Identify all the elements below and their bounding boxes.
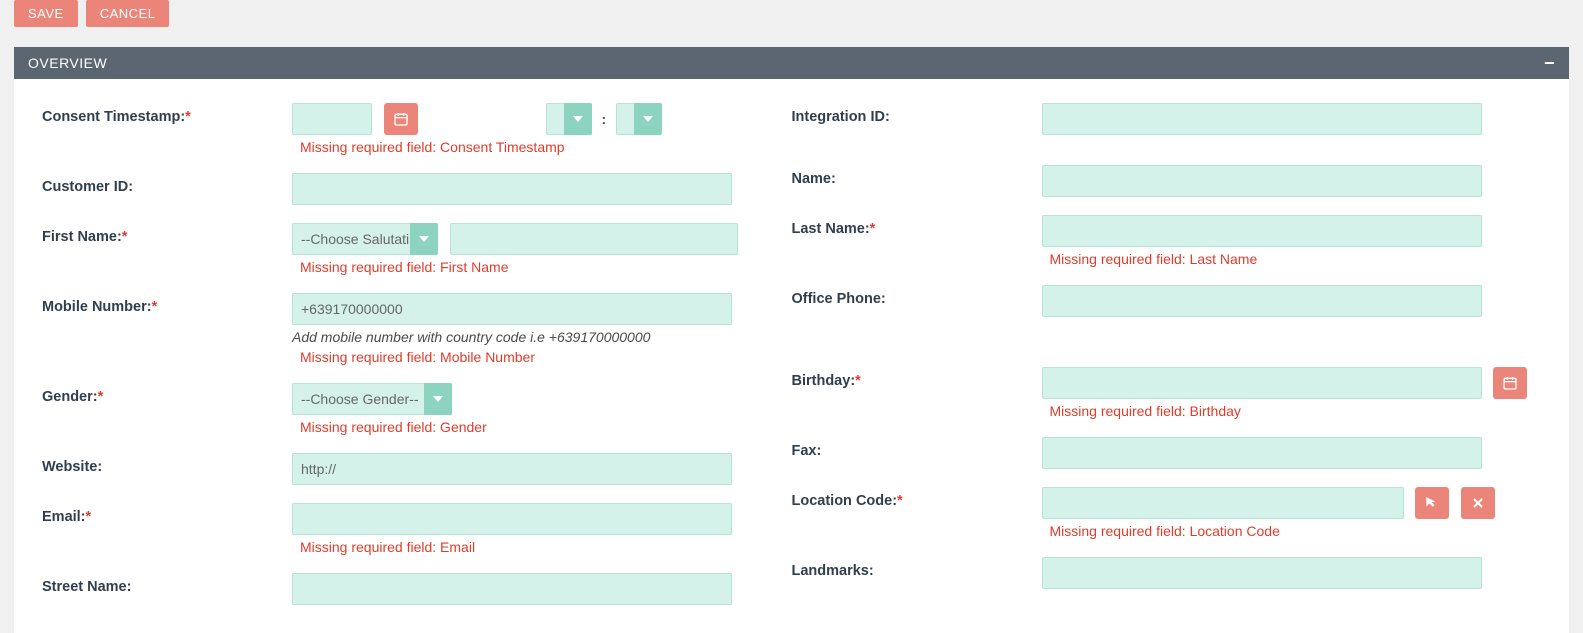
name-label: Name:: [792, 165, 1042, 187]
street-name-input[interactable]: [292, 573, 732, 605]
office-phone-label: Office Phone:: [792, 285, 1042, 307]
first-name-input[interactable]: [450, 223, 738, 255]
consent-timestamp-date-input[interactable]: [292, 103, 372, 135]
fax-label: Fax:: [792, 437, 1042, 459]
chevron-down-icon[interactable]: [410, 223, 438, 255]
time-separator: :: [595, 111, 612, 127]
first-name-error: Missing required field: First Name: [292, 259, 792, 275]
integration-id-input[interactable]: [1042, 103, 1482, 135]
last-name-label: Last Name:*: [792, 215, 1042, 237]
mobile-label: Mobile Number:*: [42, 293, 292, 315]
birthday-input[interactable]: [1042, 367, 1482, 399]
select-icon[interactable]: [1415, 487, 1449, 519]
street-name-label: Street Name:: [42, 573, 292, 595]
landmarks-label: Landmarks:: [792, 557, 1042, 579]
last-name-input[interactable]: [1042, 215, 1482, 247]
location-code-error: Missing required field: Location Code: [1042, 523, 1542, 539]
first-name-label: First Name:*: [42, 223, 292, 245]
email-error: Missing required field: Email: [292, 539, 792, 555]
office-phone-input[interactable]: [1042, 285, 1482, 317]
panel-title: OVERVIEW: [28, 55, 107, 71]
website-input[interactable]: [292, 453, 732, 485]
email-input[interactable]: [292, 503, 732, 535]
name-input[interactable]: [1042, 165, 1482, 197]
clear-icon[interactable]: [1461, 487, 1495, 519]
mobile-hint: Add mobile number with country code i.e …: [292, 329, 792, 345]
mobile-input[interactable]: [292, 293, 732, 325]
fax-input[interactable]: [1042, 437, 1482, 469]
website-label: Website:: [42, 453, 292, 475]
mobile-error: Missing required field: Mobile Number: [292, 349, 792, 365]
consent-timestamp-error: Missing required field: Consent Timestam…: [292, 139, 792, 155]
location-code-label: Location Code:*: [792, 487, 1042, 509]
integration-id-label: Integration ID:: [792, 103, 1042, 125]
landmarks-input[interactable]: [1042, 557, 1482, 589]
calendar-icon[interactable]: [1493, 367, 1527, 399]
birthday-error: Missing required field: Birthday: [1042, 403, 1542, 419]
gender-label: Gender:*: [42, 383, 292, 405]
location-code-input[interactable]: [1042, 487, 1404, 519]
last-name-error: Missing required field: Last Name: [1042, 251, 1542, 267]
chevron-down-icon[interactable]: [564, 103, 592, 135]
email-label: Email:*: [42, 503, 292, 525]
customer-id-label: Customer ID:: [42, 173, 292, 195]
chevron-down-icon[interactable]: [634, 103, 662, 135]
collapse-icon[interactable]: −: [1544, 56, 1555, 70]
cancel-button[interactable]: CANCEL: [86, 0, 170, 27]
gender-error: Missing required field: Gender: [292, 419, 792, 435]
save-button[interactable]: SAVE: [14, 0, 78, 27]
overview-panel: OVERVIEW − Consent Timestamp:*: [14, 47, 1569, 633]
panel-header: OVERVIEW −: [14, 47, 1569, 79]
chevron-down-icon[interactable]: [424, 383, 452, 415]
birthday-label: Birthday:*: [792, 367, 1042, 389]
consent-timestamp-label: Consent Timestamp:*: [42, 103, 292, 125]
calendar-icon[interactable]: [384, 103, 418, 135]
customer-id-input[interactable]: [292, 173, 732, 205]
